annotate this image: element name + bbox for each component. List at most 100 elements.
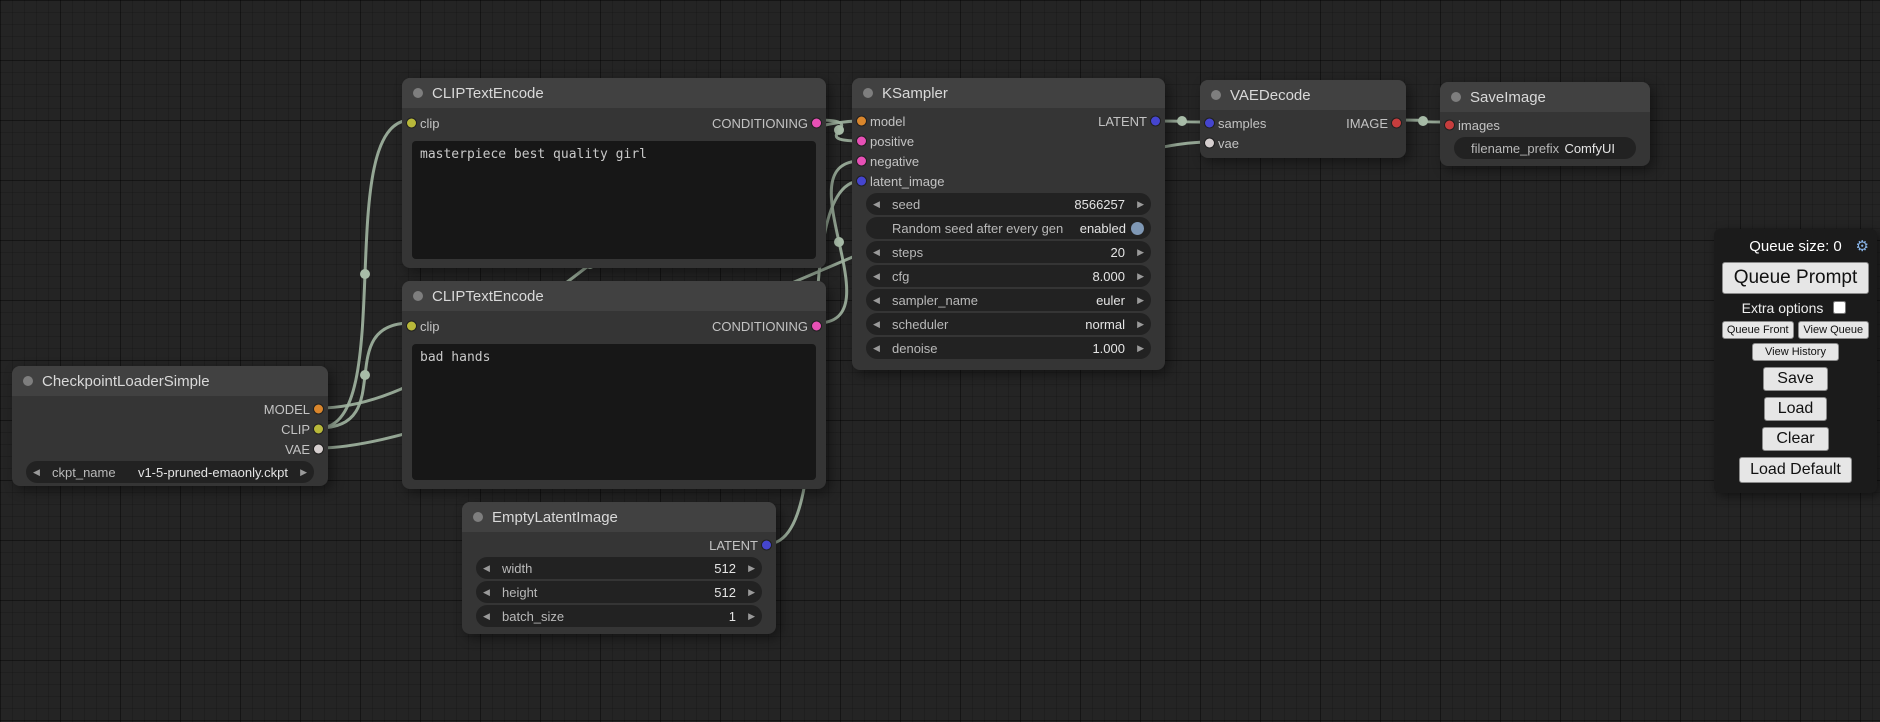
samples-input-dot[interactable]	[1205, 119, 1214, 128]
node-checkpoint-loader-simple[interactable]: CheckpointLoaderSimple MODEL CLIP VAE ◀ …	[12, 366, 328, 486]
denoise-widget[interactable]: ◀ denoise 1.000 ▶	[866, 337, 1151, 359]
arrow-right-icon[interactable]: ▶	[741, 564, 755, 573]
collapse-dot-icon[interactable]	[413, 88, 423, 98]
node-ksampler[interactable]: KSampler model LATENT positive negative …	[852, 78, 1165, 370]
save-button[interactable]: Save	[1763, 367, 1827, 391]
arrow-right-icon[interactable]: ▶	[741, 612, 755, 621]
negative-prompt-textarea[interactable]: bad hands	[412, 344, 816, 480]
node-title-bar[interactable]: CheckpointLoaderSimple	[12, 366, 328, 396]
filename-prefix-widget[interactable]: filename_prefix ComfyUI	[1454, 137, 1636, 159]
input-slot-latent-image: latent_image	[852, 171, 1165, 191]
collapse-dot-icon[interactable]	[1211, 90, 1221, 100]
arrow-right-icon[interactable]: ▶	[1130, 272, 1144, 281]
slot-label: IMAGE	[1346, 116, 1388, 131]
slot-label: VAE	[285, 442, 310, 457]
node-title-bar[interactable]: CLIPTextEncode	[402, 281, 826, 311]
clip-input-dot[interactable]	[407, 119, 416, 128]
link-clip-to-negative-encode	[319, 323, 411, 428]
collapse-dot-icon[interactable]	[863, 88, 873, 98]
arrow-left-icon[interactable]: ◀	[873, 344, 887, 353]
sampler-name-widget[interactable]: ◀ sampler_name euler ▶	[866, 289, 1151, 311]
collapse-dot-icon[interactable]	[23, 376, 33, 386]
arrow-left-icon[interactable]: ◀	[483, 564, 497, 573]
node-vae-decode[interactable]: VAEDecode samples IMAGE vae	[1200, 80, 1406, 158]
ckpt-name-widget[interactable]: ◀ ckpt_name v1-5-pruned-emaonly.ckpt ▶	[26, 461, 314, 483]
node-clip-text-encode-negative[interactable]: CLIPTextEncode clip CONDITIONING bad han…	[402, 281, 826, 489]
view-history-button[interactable]: View History	[1752, 343, 1839, 361]
collapse-dot-icon[interactable]	[413, 291, 423, 301]
queue-front-button[interactable]: Queue Front	[1722, 321, 1794, 339]
latent-image-input-dot[interactable]	[857, 177, 866, 186]
steps-widget[interactable]: ◀ steps 20 ▶	[866, 241, 1151, 263]
node-title: CLIPTextEncode	[432, 85, 544, 102]
node-title-bar[interactable]: SaveImage	[1440, 82, 1650, 112]
view-queue-button[interactable]: View Queue	[1798, 321, 1870, 339]
arrow-right-icon[interactable]: ▶	[1130, 344, 1144, 353]
arrow-right-icon[interactable]: ▶	[1130, 296, 1144, 305]
link-midpoint-dot	[360, 370, 370, 380]
latent-output-dot[interactable]	[762, 541, 771, 550]
model-input-dot[interactable]	[857, 117, 866, 126]
node-title-bar[interactable]: VAEDecode	[1200, 80, 1406, 110]
link-midpoint-dot	[1177, 116, 1187, 126]
cfg-widget[interactable]: ◀ cfg 8.000 ▶	[866, 265, 1151, 287]
image-output-dot[interactable]	[1392, 119, 1401, 128]
arrow-right-icon[interactable]: ▶	[1130, 320, 1144, 329]
widget-label: width	[502, 561, 532, 576]
seed-widget[interactable]: ◀ seed 8566257 ▶	[866, 193, 1151, 215]
link-clip-to-positive-encode	[319, 120, 411, 428]
arrow-left-icon[interactable]: ◀	[33, 468, 47, 477]
arrow-left-icon[interactable]: ◀	[873, 248, 887, 257]
gear-icon[interactable]: ⚙	[1856, 237, 1869, 255]
node-empty-latent-image[interactable]: EmptyLatentImage LATENT ◀ width 512 ▶ ◀ …	[462, 502, 776, 634]
load-button[interactable]: Load	[1764, 397, 1828, 421]
node-title-bar[interactable]: EmptyLatentImage	[462, 502, 776, 532]
latent-output-dot[interactable]	[1151, 117, 1160, 126]
arrow-left-icon[interactable]: ◀	[483, 588, 497, 597]
conditioning-output-dot[interactable]	[812, 119, 821, 128]
clip-output-dot[interactable]	[314, 425, 323, 434]
scheduler-widget[interactable]: ◀ scheduler normal ▶	[866, 313, 1151, 335]
vae-output-dot[interactable]	[314, 445, 323, 454]
arrow-left-icon[interactable]: ◀	[483, 612, 497, 621]
width-widget[interactable]: ◀ width 512 ▶	[476, 557, 762, 579]
node-save-image[interactable]: SaveImage images filename_prefix ComfyUI	[1440, 82, 1650, 166]
clear-button[interactable]: Clear	[1762, 427, 1828, 451]
clip-input-dot[interactable]	[407, 322, 416, 331]
arrow-right-icon[interactable]: ▶	[1130, 200, 1144, 209]
widget-label: cfg	[892, 269, 909, 284]
node-clip-text-encode-positive[interactable]: CLIPTextEncode clip CONDITIONING masterp…	[402, 78, 826, 268]
link-midpoint-dot	[360, 269, 370, 279]
random-seed-toggle[interactable]: Random seed after every gen enabled	[866, 217, 1151, 239]
widget-label: ckpt_name	[52, 465, 116, 480]
arrow-left-icon[interactable]: ◀	[873, 320, 887, 329]
arrow-left-icon[interactable]: ◀	[873, 296, 887, 305]
collapse-dot-icon[interactable]	[1451, 92, 1461, 102]
node-title-bar[interactable]: KSampler	[852, 78, 1165, 108]
widget-label: denoise	[892, 341, 938, 356]
output-slot-vae: VAE	[12, 439, 328, 459]
positive-prompt-textarea[interactable]: masterpiece best quality girl	[412, 141, 816, 259]
arrow-right-icon[interactable]: ▶	[1130, 248, 1144, 257]
comfyui-canvas[interactable]: { "colors": { "MODEL": "#d9862c", "CLIP"…	[0, 0, 1880, 722]
load-default-button[interactable]: Load Default	[1739, 457, 1852, 483]
queue-prompt-button[interactable]: Queue Prompt	[1722, 262, 1869, 294]
positive-input-dot[interactable]	[857, 137, 866, 146]
menu-header: Queue size: 0 ⚙	[1722, 237, 1869, 258]
height-widget[interactable]: ◀ height 512 ▶	[476, 581, 762, 603]
arrow-right-icon[interactable]: ▶	[293, 468, 307, 477]
vae-input-dot[interactable]	[1205, 139, 1214, 148]
arrow-left-icon[interactable]: ◀	[873, 200, 887, 209]
images-input-dot[interactable]	[1445, 121, 1454, 130]
slot-label: clip	[420, 319, 440, 334]
conditioning-output-dot[interactable]	[812, 322, 821, 331]
negative-input-dot[interactable]	[857, 157, 866, 166]
arrow-right-icon[interactable]: ▶	[741, 588, 755, 597]
model-output-dot[interactable]	[314, 405, 323, 414]
node-title-bar[interactable]: CLIPTextEncode	[402, 78, 826, 108]
extra-options-checkbox[interactable]	[1833, 301, 1846, 314]
arrow-left-icon[interactable]: ◀	[873, 272, 887, 281]
toggle-on-dot[interactable]	[1131, 222, 1144, 235]
batch-size-widget[interactable]: ◀ batch_size 1 ▶	[476, 605, 762, 627]
collapse-dot-icon[interactable]	[473, 512, 483, 522]
